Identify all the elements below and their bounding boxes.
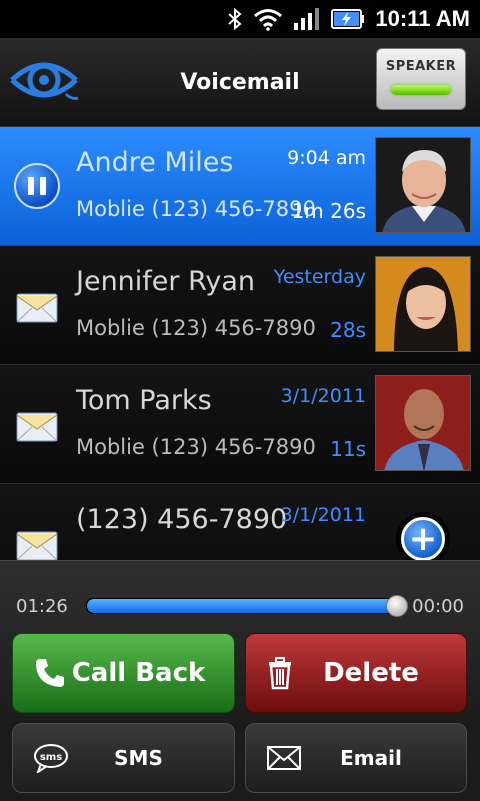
voicemail-date: Yesterday: [273, 266, 366, 288]
pause-icon[interactable]: [14, 163, 60, 209]
delete-button[interactable]: Delete: [245, 633, 467, 713]
voicemail-duration: 28s: [330, 318, 366, 342]
voicemail-row[interactable]: Andre Miles Moblie (123) 456-7890 9:04 a…: [0, 127, 480, 246]
sms-button[interactable]: sms SMS: [12, 723, 235, 793]
signal-icon: [293, 7, 321, 31]
add-contact-button[interactable]: +: [396, 512, 450, 560]
delete-label: Delete: [323, 658, 419, 688]
wifi-icon: [253, 7, 283, 31]
contact-photo-tom: [375, 375, 471, 471]
status-icons: 10:11 AM: [227, 0, 480, 38]
voicemail-date: 3/1/2011: [280, 504, 366, 526]
caller-name: Andre Miles: [76, 147, 234, 178]
contact-photo-jennifer: [375, 256, 471, 352]
voicemail-date: 3/1/2011: [280, 385, 366, 407]
status-clock: 10:11 AM: [375, 6, 470, 31]
speaker-button[interactable]: SPEAKER: [376, 48, 466, 110]
voicemail-row[interactable]: Tom Parks Moblie (123) 456-7890 3/1/2011…: [0, 365, 480, 484]
progress-slider[interactable]: [86, 595, 408, 617]
email-button[interactable]: Email: [245, 723, 467, 793]
voicemail-list[interactable]: Andre Miles Moblie (123) 456-7890 9:04 a…: [0, 127, 480, 560]
caller-name: Tom Parks: [76, 385, 212, 416]
status-bar: 10:11 AM: [0, 0, 480, 38]
voicemail-duration: 11s: [330, 437, 366, 461]
voicemail-date: 9:04 am: [287, 147, 366, 169]
progress-fill: [87, 599, 397, 613]
caller-name: (123) 456-7890: [76, 504, 288, 535]
progress-knob[interactable]: [386, 595, 408, 617]
bluetooth-icon: [227, 7, 243, 31]
plus-icon: +: [401, 517, 445, 560]
header-bar: Voicemail SPEAKER: [0, 38, 480, 127]
email-label: Email: [340, 746, 402, 770]
call-back-label: Call Back: [71, 658, 206, 688]
caller-phone: Moblie (123) 456-7890: [76, 435, 316, 459]
playback-panel: 01:26 00:00 Call Back Delete sms SMS Ema…: [0, 560, 480, 801]
battery-charging-icon: [331, 7, 365, 31]
voicemail-duration: 1m 26s: [291, 199, 366, 223]
contact-photo-andre: [375, 137, 471, 233]
envelope-icon: [14, 401, 60, 447]
caller-phone: Moblie (123) 456-7890: [76, 197, 316, 221]
remaining-time: 00:00: [412, 596, 464, 617]
sms-label: SMS: [114, 746, 163, 770]
envelope-icon: [14, 520, 60, 560]
caller-phone: Moblie (123) 456-7890: [76, 316, 316, 340]
voicemail-row[interactable]: Jennifer Ryan Moblie (123) 456-7890 Yest…: [0, 246, 480, 365]
speaker-indicator: [391, 85, 451, 95]
call-back-button[interactable]: Call Back: [12, 633, 235, 713]
elapsed-time: 01:26: [16, 596, 68, 617]
caller-name: Jennifer Ryan: [76, 266, 256, 297]
speaker-label: SPEAKER: [385, 59, 457, 74]
envelope-icon: [14, 282, 60, 328]
